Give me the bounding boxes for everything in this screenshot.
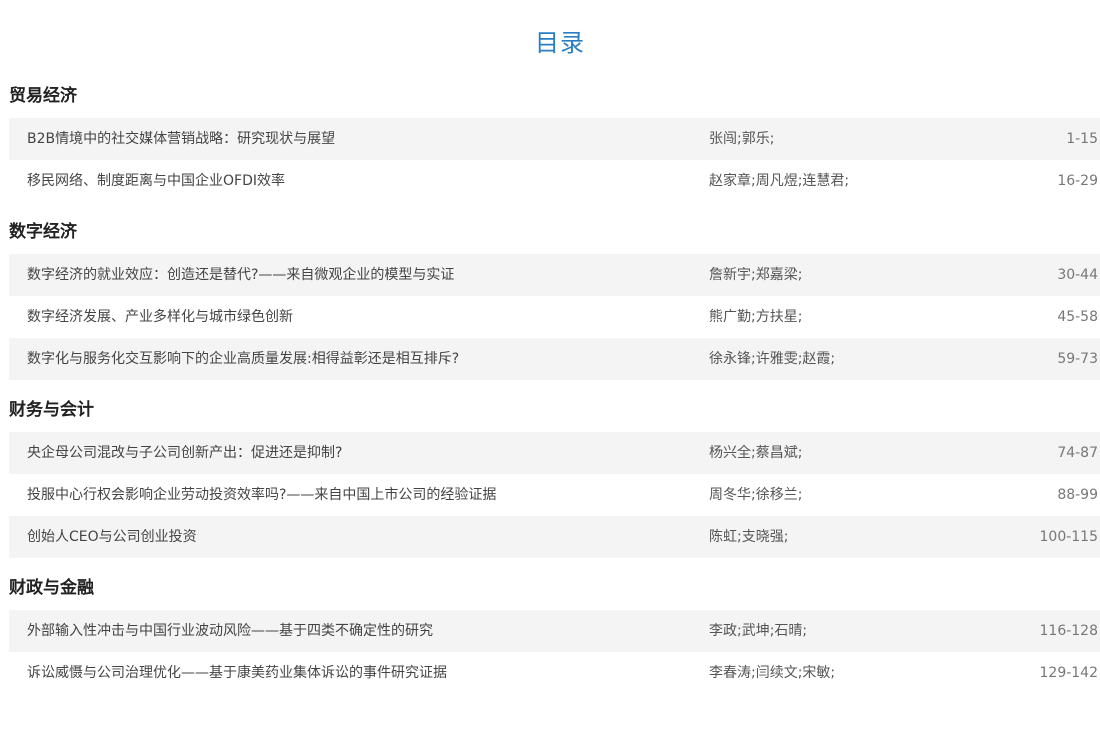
toc-page: 目录 贸易经济 B2B情境中的社交媒体营销战略：研究现状与展望 张闯;郭乐; 1…	[0, 0, 1100, 744]
article-title-link[interactable]: 数字化与服务化交互影响下的企业高质量发展:相得益彰还是相互排斥?	[27, 338, 459, 380]
article-pages: 100-115	[1039, 529, 1099, 545]
page-title: 目录	[535, 29, 585, 57]
section-articles: B2B情境中的社交媒体营销战略：研究现状与展望 张闯;郭乐; 1-15 移民网络…	[9, 118, 1100, 202]
article-row[interactable]: 创始人CEO与公司创业投资 陈虹;支晓强; 100-115	[9, 516, 1100, 558]
section-heading: 财政与金融	[9, 578, 94, 598]
article-row[interactable]: 数字经济的就业效应：创造还是替代?——来自微观企业的模型与实证 詹新宇;郑嘉梁;…	[9, 254, 1100, 296]
article-authors: 张闯;郭乐;	[709, 131, 775, 147]
article-pages: 45-58	[1057, 309, 1098, 325]
article-row[interactable]: 移民网络、制度距离与中国企业OFDI效率 赵家章;周凡煜;连慧君; 16-29	[9, 160, 1100, 202]
article-authors: 詹新宇;郑嘉梁;	[709, 267, 803, 283]
article-authors: 熊广勤;方扶星;	[709, 309, 803, 325]
article-pages: 129-142	[1039, 665, 1099, 681]
article-authors: 周冬华;徐移兰;	[709, 487, 803, 503]
article-pages: 30-44	[1057, 267, 1098, 283]
article-authors: 杨兴全;蔡昌斌;	[709, 445, 803, 461]
article-pages: 116-128	[1039, 623, 1099, 639]
article-title-link[interactable]: 数字经济发展、产业多样化与城市绿色创新	[27, 296, 293, 338]
article-pages: 16-29	[1057, 173, 1098, 189]
article-title-link[interactable]: 诉讼威慑与公司治理优化——基于康美药业集体诉讼的事件研究证据	[27, 652, 447, 694]
section-heading: 数字经济	[9, 222, 77, 242]
section-heading: 财务与会计	[9, 400, 94, 420]
article-title-link[interactable]: 数字经济的就业效应：创造还是替代?——来自微观企业的模型与实证	[27, 254, 454, 296]
article-authors: 徐永锋;许雅雯;赵霞;	[709, 351, 836, 367]
article-row[interactable]: 外部输入性冲击与中国行业波动风险——基于四类不确定性的研究 李政;武坤;石晴; …	[9, 610, 1100, 652]
article-title-link[interactable]: 创始人CEO与公司创业投资	[27, 516, 197, 558]
article-title-link[interactable]: 外部输入性冲击与中国行业波动风险——基于四类不确定性的研究	[27, 610, 433, 652]
article-authors: 赵家章;周凡煜;连慧君;	[709, 173, 850, 189]
section-articles: 外部输入性冲击与中国行业波动风险——基于四类不确定性的研究 李政;武坤;石晴; …	[9, 610, 1100, 694]
article-row[interactable]: 诉讼威慑与公司治理优化——基于康美药业集体诉讼的事件研究证据 李春涛;闫续文;宋…	[9, 652, 1100, 694]
article-title-link[interactable]: 投服中心行权会影响企业劳动投资效率吗?——来自中国上市公司的经验证据	[27, 474, 496, 516]
article-title-link[interactable]: 移民网络、制度距离与中国企业OFDI效率	[27, 160, 285, 202]
article-authors: 李春涛;闫续文;宋敏;	[709, 665, 836, 681]
article-row[interactable]: 央企母公司混改与子公司创新产出：促进还是抑制? 杨兴全;蔡昌斌; 74-87	[9, 432, 1100, 474]
article-pages: 59-73	[1057, 351, 1098, 367]
article-pages: 74-87	[1057, 445, 1098, 461]
section-articles: 央企母公司混改与子公司创新产出：促进还是抑制? 杨兴全;蔡昌斌; 74-87 投…	[9, 432, 1100, 558]
article-pages: 88-99	[1057, 487, 1098, 503]
article-authors: 李政;武坤;石晴;	[709, 623, 808, 639]
article-row[interactable]: 投服中心行权会影响企业劳动投资效率吗?——来自中国上市公司的经验证据 周冬华;徐…	[9, 474, 1100, 516]
article-row[interactable]: 数字经济发展、产业多样化与城市绿色创新 熊广勤;方扶星; 45-58	[9, 296, 1100, 338]
article-row[interactable]: 数字化与服务化交互影响下的企业高质量发展:相得益彰还是相互排斥? 徐永锋;许雅雯…	[9, 338, 1100, 380]
toc-sections: 贸易经济 B2B情境中的社交媒体营销战略：研究现状与展望 张闯;郭乐; 1-15…	[9, 82, 1100, 710]
article-authors: 陈虹;支晓强;	[709, 529, 789, 545]
article-pages: 1-15	[1066, 131, 1098, 147]
article-title-link[interactable]: B2B情境中的社交媒体营销战略：研究现状与展望	[27, 118, 335, 160]
article-title-link[interactable]: 央企母公司混改与子公司创新产出：促进还是抑制?	[27, 432, 342, 474]
section-heading: 贸易经济	[9, 86, 77, 106]
section-articles: 数字经济的就业效应：创造还是替代?——来自微观企业的模型与实证 詹新宇;郑嘉梁;…	[9, 254, 1100, 380]
article-row[interactable]: B2B情境中的社交媒体营销战略：研究现状与展望 张闯;郭乐; 1-15	[9, 118, 1100, 160]
